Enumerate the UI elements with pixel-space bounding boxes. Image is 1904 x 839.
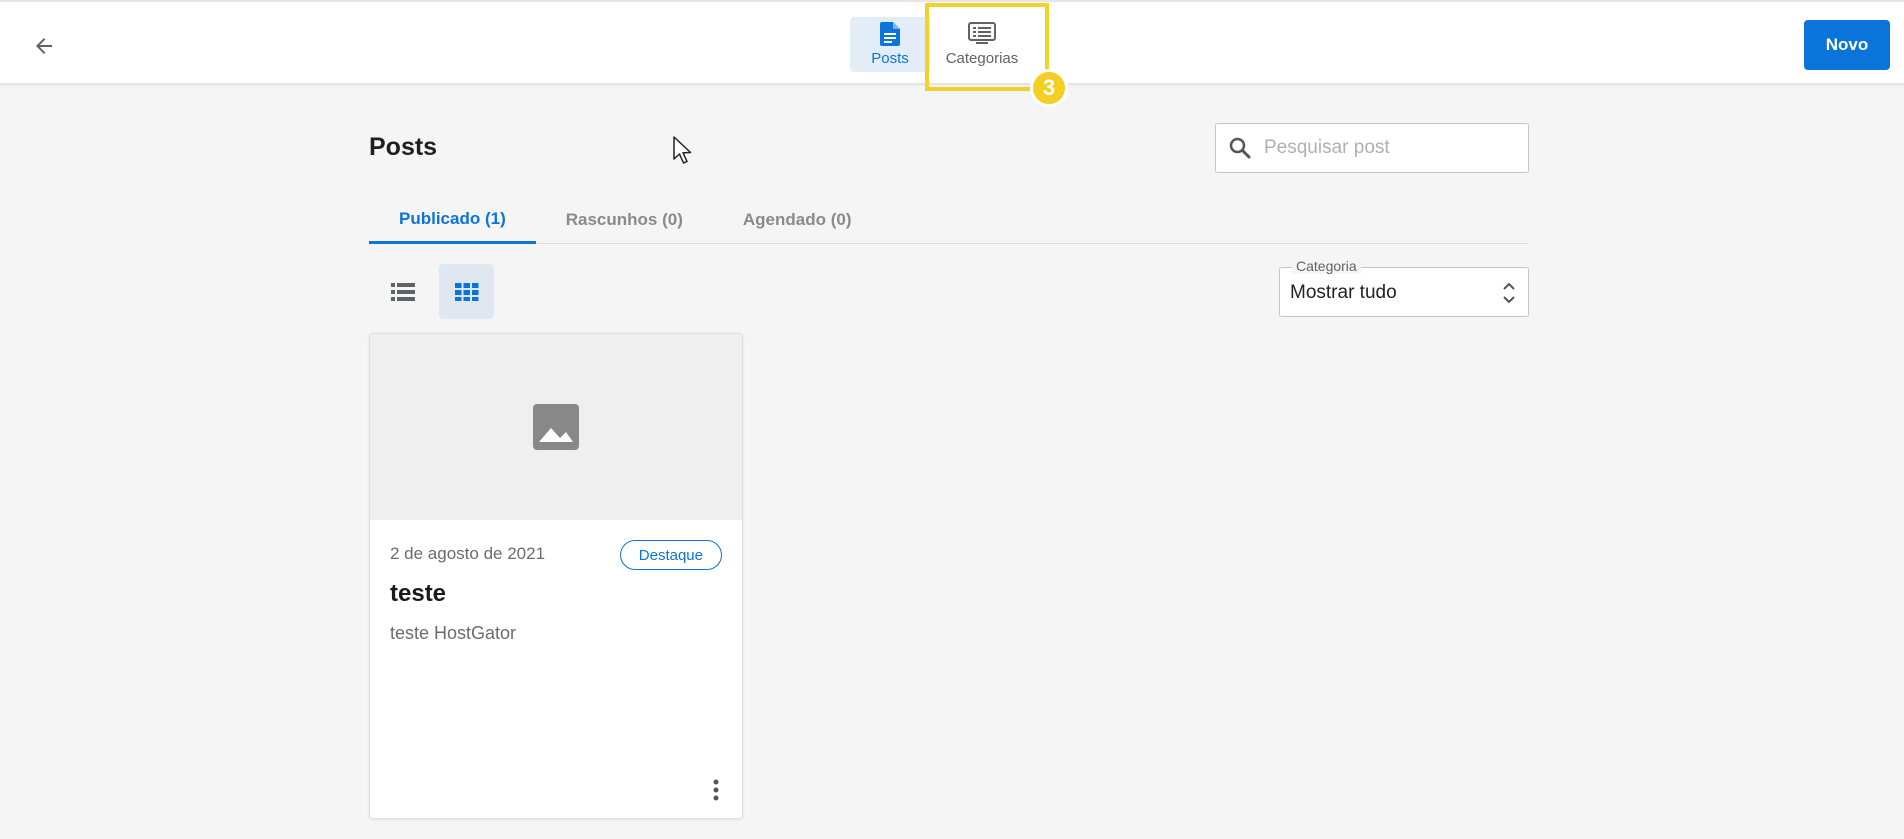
post-description: teste HostGator xyxy=(390,623,517,643)
list-view-icon xyxy=(390,282,415,301)
grid-view-icon xyxy=(454,282,478,301)
back-button[interactable] xyxy=(26,28,62,64)
category-select[interactable]: Categoria Mostrar tudo xyxy=(1279,258,1529,317)
post-title: teste xyxy=(390,580,447,607)
image-placeholder-icon xyxy=(533,404,579,450)
document-icon xyxy=(880,22,900,46)
top-bar: Posts Categorias Novo xyxy=(0,0,1904,91)
list-view-button[interactable] xyxy=(375,264,430,319)
featured-badge: Destaque xyxy=(619,540,722,570)
step-badge: 3 xyxy=(1030,69,1068,107)
tab-scheduled[interactable]: Agendado (0) xyxy=(713,196,882,244)
chevron-up-down-icon xyxy=(1503,282,1515,304)
category-select-label: Categoria xyxy=(1292,258,1361,274)
search-box[interactable] xyxy=(1215,123,1529,173)
post-card[interactable]: 2 de agosto de 2021 Destaque teste teste… xyxy=(369,333,743,819)
post-thumbnail xyxy=(370,334,742,520)
nav-tab-label: Posts xyxy=(871,50,909,67)
search-input[interactable] xyxy=(1264,137,1514,159)
mouse-cursor-icon xyxy=(673,136,692,164)
nav-tab-posts[interactable]: Posts xyxy=(850,17,930,72)
grid-view-button[interactable] xyxy=(439,264,494,319)
tab-published[interactable]: Publicado (1) xyxy=(369,196,536,244)
category-select-value: Mostrar tudo xyxy=(1290,282,1397,303)
new-post-button[interactable]: Novo xyxy=(1804,20,1890,70)
status-tabs: Publicado (1) Rascunhos (0) Agendado (0) xyxy=(369,196,1529,244)
post-date: 2 de agosto de 2021 xyxy=(390,544,546,563)
more-options-button[interactable] xyxy=(706,776,726,804)
search-icon xyxy=(1216,136,1264,160)
tab-drafts[interactable]: Rascunhos (0) xyxy=(536,196,713,244)
arrow-left-icon xyxy=(36,38,52,54)
tutorial-highlight xyxy=(925,3,1049,91)
page-title: Posts xyxy=(369,133,438,161)
more-vertical-icon xyxy=(713,779,719,801)
